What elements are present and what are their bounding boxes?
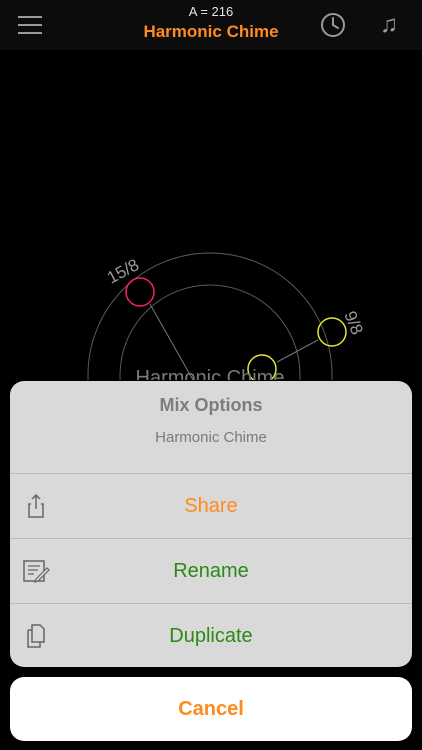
share-label: Share <box>184 495 238 517</box>
action-sheet: Mix Options Harmonic Chime Share Rename <box>10 381 412 667</box>
tuning-subtitle: A = 216 <box>188 4 234 19</box>
share-option[interactable]: Share <box>10 473 412 538</box>
inner-ring <box>119 284 301 466</box>
page-title: Harmonic Chime <box>143 22 279 41</box>
action-sheet-header: Mix Options Harmonic Chime <box>10 381 412 473</box>
music-note-icon[interactable]: ♫ <box>373 10 405 40</box>
cancel-label: Cancel <box>178 698 244 720</box>
node-15-8[interactable] <box>125 277 155 307</box>
node-9-8[interactable] <box>317 317 347 347</box>
clock-icon[interactable] <box>318 10 348 40</box>
node-label-15-8: 15/8 <box>104 255 142 287</box>
center-label: Harmonic Chime <box>136 367 285 380</box>
node-label-9-8: 9/8 <box>340 308 366 337</box>
chime-visualizer[interactable]: 15/8 9/8 Harmonic Chime <box>0 50 422 498</box>
rename-label: Rename <box>173 560 249 582</box>
cancel-button[interactable]: Cancel <box>10 677 412 741</box>
visualizer-graphic: 15/8 9/8 Harmonic Chime <box>87 252 367 498</box>
action-sheet-subtitle: Harmonic Chime <box>155 429 267 446</box>
duplicate-label: Duplicate <box>169 625 253 647</box>
action-sheet-title: Mix Options <box>159 395 263 415</box>
connector-line <box>276 339 319 363</box>
rename-option[interactable]: Rename <box>10 538 412 603</box>
top-bar: A = 216 Harmonic Chime ♫ <box>0 0 422 50</box>
duplicate-option[interactable]: Duplicate <box>10 603 412 667</box>
